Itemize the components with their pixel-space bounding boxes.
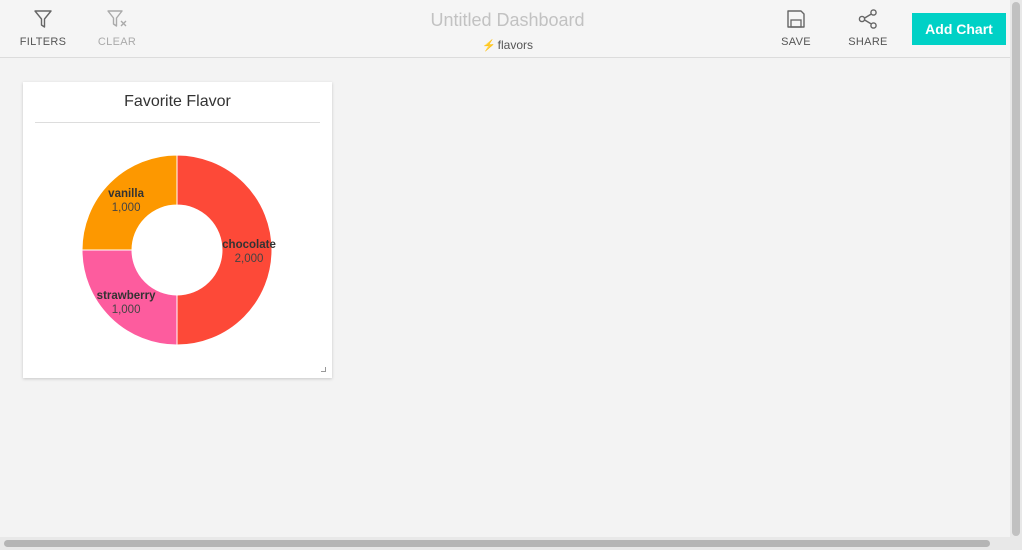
toolbar: FILTERS CLEAR Untitled Dashboard ⚡ flavor… — [0, 0, 1010, 58]
funnel-icon — [34, 10, 52, 28]
data-source-label: flavors — [497, 38, 534, 52]
filters-label: FILTERS — [19, 36, 67, 48]
resize-handle[interactable] — [321, 367, 326, 372]
save-label: SAVE — [781, 36, 811, 48]
slice-value-chocolate: 2,000 — [235, 253, 264, 265]
funnel-clear-icon — [107, 10, 127, 27]
clear-label: CLEAR — [97, 36, 137, 48]
slice-value-strawberry: 1,000 — [112, 304, 141, 316]
clear-button[interactable]: CLEAR — [82, 8, 152, 48]
add-chart-button[interactable]: Add Chart — [912, 13, 1006, 45]
slice-label-vanilla: vanilla — [108, 188, 144, 200]
vertical-scroll-thumb[interactable] — [1012, 2, 1020, 536]
bolt-icon: ⚡ — [481, 40, 496, 52]
floppy-disk-icon — [787, 10, 805, 28]
chart-title: Favorite Flavor — [124, 93, 231, 110]
share-label: SHARE — [848, 36, 888, 48]
horizontal-scrollbar[interactable] — [0, 537, 1010, 550]
donut-chart[interactable]: chocolate 2,000 strawberry 1,000 vanilla 1,00… — [23, 132, 332, 372]
data-source[interactable]: ⚡ flavors — [330, 38, 685, 52]
chart-card[interactable]: Favorite Flavor chocolate 2,000 strawberry… — [23, 82, 332, 378]
slice-label-strawberry: strawberry — [97, 290, 156, 302]
share-button[interactable]: SHARE — [833, 8, 903, 48]
dashboard-title[interactable]: Untitled Dashboard — [330, 10, 685, 31]
horizontal-scroll-thumb[interactable] — [4, 540, 990, 547]
save-button[interactable]: SAVE — [761, 8, 831, 48]
slice-label-chocolate: chocolate — [222, 239, 276, 251]
card-divider — [35, 122, 320, 123]
filters-button[interactable]: FILTERS — [8, 8, 78, 48]
slice-value-vanilla: 1,000 — [112, 202, 141, 214]
share-icon — [858, 9, 877, 29]
vertical-scrollbar[interactable] — [1010, 0, 1022, 550]
